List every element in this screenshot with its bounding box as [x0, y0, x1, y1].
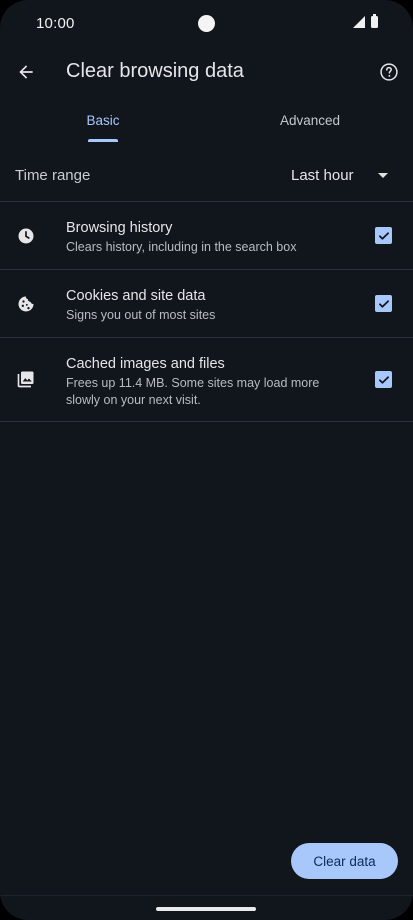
check-icon: [378, 299, 389, 308]
option-title: Cookies and site data: [66, 288, 206, 304]
time-range-row: Time range Last hour: [0, 152, 413, 200]
camera-cutout: [198, 15, 215, 32]
status-bar: 10:00: [0, 0, 413, 46]
tab-bar: Basic Advanced: [0, 104, 413, 144]
home-indicator[interactable]: [156, 907, 256, 911]
cached-images-checkbox[interactable]: [375, 371, 392, 388]
option-subtitle: Signs you out of most sites: [66, 308, 216, 322]
clear-data-button[interactable]: Clear data: [291, 843, 398, 879]
help-button[interactable]: [377, 60, 401, 84]
option-cached-images[interactable]: Cached images and files Frees up 11.4 MB…: [0, 338, 413, 421]
image-icon: [15, 368, 37, 390]
status-icons: [353, 14, 378, 28]
check-icon: [378, 375, 389, 384]
option-browsing-history[interactable]: Browsing history Clears history, includi…: [0, 202, 413, 269]
option-title: Browsing history: [66, 220, 173, 236]
signal-icon: [353, 16, 365, 28]
back-button[interactable]: [12, 58, 40, 86]
divider: [0, 421, 413, 422]
option-subtitle: Frees up 11.4 MB. Some sites may load mo…: [66, 376, 320, 407]
cookie-icon: [15, 293, 37, 315]
option-cookies[interactable]: Cookies and site data Signs you out of m…: [0, 270, 413, 337]
option-title: Cached images and files: [66, 356, 225, 372]
browsing-history-checkbox[interactable]: [375, 227, 392, 244]
cookies-checkbox[interactable]: [375, 295, 392, 312]
tab-advanced[interactable]: Advanced: [207, 104, 413, 144]
phone-screen: 10:00 Clear browsing data Basic Advanced…: [0, 0, 413, 920]
help-circle-icon: [380, 63, 398, 81]
app-bar: Clear browsing data: [0, 50, 413, 94]
battery-icon: [371, 14, 378, 28]
arrow-back-icon: [19, 65, 33, 79]
time-range-dropdown[interactable]: Last hour: [280, 158, 400, 194]
page-title: Clear browsing data: [66, 60, 244, 82]
option-subtitle: Clears history, including in the search …: [66, 240, 297, 254]
status-time: 10:00: [36, 15, 75, 32]
dropdown-arrow-icon: [378, 173, 388, 178]
tab-basic[interactable]: Basic: [0, 104, 206, 144]
selected-tab-indicator: [88, 139, 118, 142]
time-range-value: Last hour: [291, 167, 354, 184]
bottom-divider: [0, 895, 413, 896]
time-range-label: Time range: [15, 167, 91, 184]
check-icon: [378, 231, 389, 240]
clock-icon: [15, 225, 37, 247]
